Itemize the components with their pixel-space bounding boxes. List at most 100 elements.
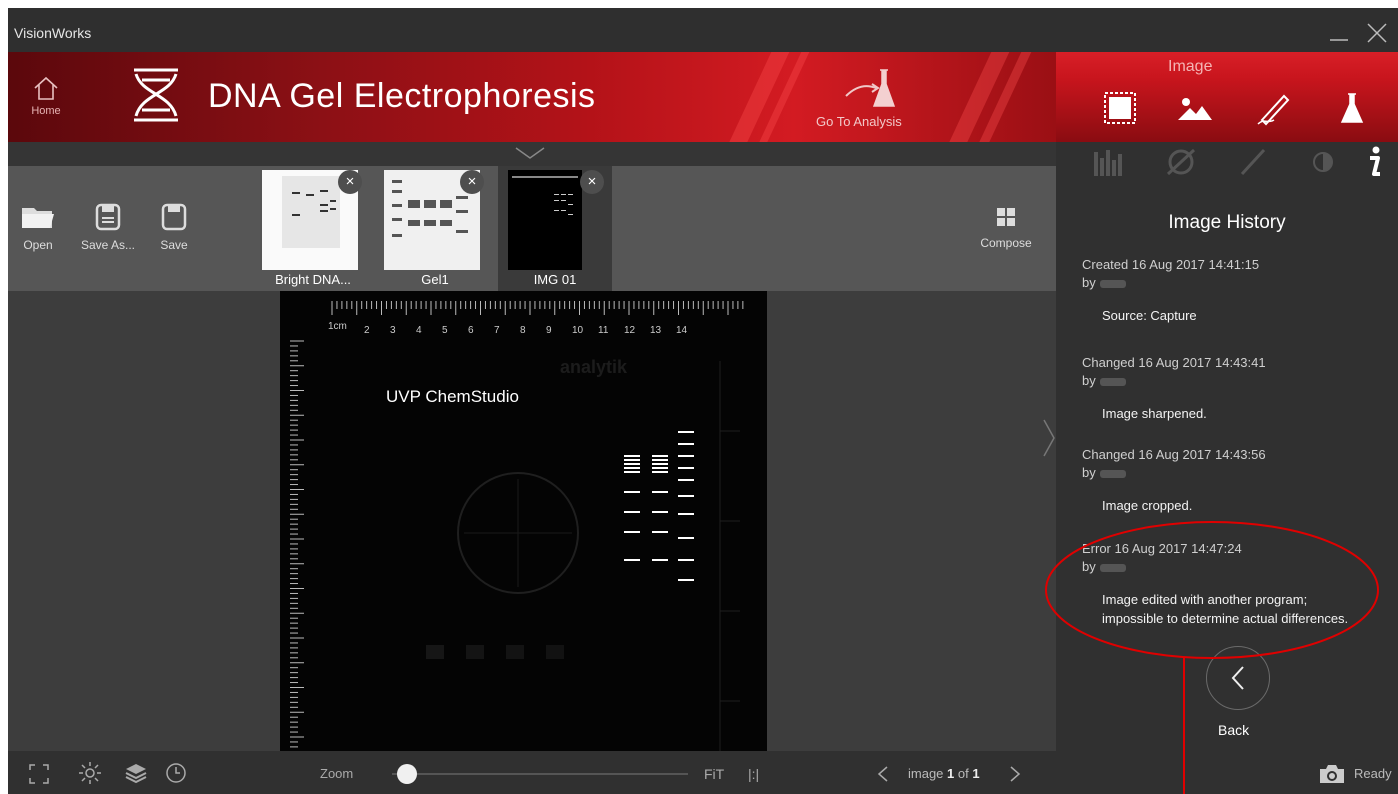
close-icon[interactable] (1362, 18, 1392, 48)
save-as-button[interactable]: Save As... (78, 202, 138, 252)
ruler-number: 3 (390, 325, 396, 336)
thumbnail-label: Gel1 (421, 272, 449, 287)
ruler-number: 8 (520, 325, 526, 336)
history-by: by (1082, 465, 1096, 480)
gel-band (624, 463, 640, 465)
clock-icon[interactable] (164, 761, 188, 785)
right-scale (719, 361, 740, 751)
history-by: by (1082, 373, 1096, 388)
gel-band (652, 531, 668, 533)
next-image-icon[interactable] (1008, 765, 1022, 783)
contrast-icon[interactable] (1306, 146, 1340, 178)
gel-band (678, 537, 694, 539)
go-to-analysis-label: Go To Analysis (816, 114, 902, 129)
image-of: of (957, 766, 969, 781)
expand-panel-icon[interactable] (1042, 418, 1056, 458)
flask-icon[interactable] (1332, 88, 1372, 128)
prev-image-icon[interactable] (876, 765, 890, 783)
home-icon (34, 76, 58, 100)
save-as-icon (95, 203, 121, 231)
thumbnail-close-button[interactable]: × (338, 170, 362, 194)
chevron-left-icon (1231, 666, 1244, 690)
histogram-icon[interactable] (1092, 146, 1126, 178)
thumbnail-img01-selected[interactable]: × IMG 01 (498, 166, 612, 291)
gel-watermark: analytik (560, 357, 628, 377)
image-total: 1 (972, 766, 980, 781)
history-event: Changed 16 Aug 2017 14:43:56 (1082, 447, 1266, 462)
go-to-analysis-button[interactable]: Go To Analysis (808, 52, 938, 142)
history-entry: Created 16 Aug 2017 14:41:15 by Source: … (1082, 256, 1259, 325)
gel-band (624, 459, 640, 461)
gel-band (652, 491, 668, 493)
ruler-number: 11 (598, 325, 609, 336)
thumbnail-close-button[interactable]: × (460, 170, 484, 194)
gel-band (678, 443, 694, 445)
gel-band (652, 459, 668, 461)
history-by: by (1082, 559, 1096, 574)
info-icon[interactable] (1362, 144, 1386, 180)
gel-band (652, 511, 668, 513)
save-label: Save (160, 238, 188, 252)
pencil-icon[interactable] (1236, 146, 1270, 178)
home-button[interactable]: Home (18, 74, 74, 117)
compose-label: Compose (980, 236, 1032, 250)
history-entry: Changed 16 Aug 2017 14:43:56 by Image cr… (1082, 446, 1266, 515)
redacted-user (1099, 563, 1126, 572)
gel-band (624, 467, 640, 469)
zoom-slider[interactable] (392, 764, 688, 784)
redacted-user (1099, 279, 1126, 288)
save-button[interactable]: Save (154, 202, 194, 252)
thumbnail-close-button[interactable]: × (580, 170, 604, 194)
layers-icon[interactable] (124, 761, 148, 785)
gel-band (624, 471, 640, 473)
gel-image[interactable]: 1cm 2 3 4 5 6 7 8 9 10 11 12 13 14 analytik UVP ChemS… (280, 291, 767, 751)
gel-band (678, 513, 694, 515)
crop-frame-icon[interactable] (1100, 88, 1140, 128)
gel-label: UVP ChemStudio (386, 387, 519, 406)
image-counter: image 1 of 1 (908, 766, 980, 781)
flask-arrow-icon (845, 69, 896, 107)
ruler-number: 10 (572, 325, 584, 336)
gel-band (624, 531, 640, 533)
back-button[interactable] (1206, 646, 1270, 710)
app-window: VisionWorks Home DNA Gel Electrophoresis… (8, 8, 1398, 794)
ruler-number: 6 (468, 325, 474, 336)
gel-band (678, 495, 694, 497)
app-header: Home DNA Gel Electrophoresis Go To Analy… (8, 52, 1398, 142)
fit-button[interactable]: FiT (704, 766, 724, 782)
ruler-number: 5 (442, 325, 448, 336)
dna-icon (134, 68, 178, 122)
annotate-pen-icon[interactable] (1254, 88, 1294, 128)
gel-band (652, 471, 668, 473)
image-prefix: image (908, 766, 944, 781)
zoom-slider-thumb[interactable] (396, 764, 417, 784)
image-current: 1 (947, 766, 955, 781)
open-label: Open (23, 238, 53, 252)
thumbnail-gel1[interactable]: × Gel1 (378, 166, 492, 291)
one-to-one-button[interactable]: |:| (748, 766, 759, 782)
compose-button[interactable]: Compose (976, 206, 1036, 250)
gel-band (652, 455, 668, 457)
brightness-icon[interactable] (78, 761, 102, 785)
history-message-line1: Image edited with another program; (1102, 592, 1308, 607)
history-event: Error 16 Aug 2017 14:47:24 (1082, 541, 1242, 556)
fullscreen-icon[interactable] (28, 763, 50, 785)
history-message: Image cropped. (1102, 498, 1193, 513)
history-message-line2: impossible to determine actual differenc… (1102, 611, 1349, 626)
landscape-image-icon[interactable] (1174, 88, 1214, 128)
grid-icon (997, 208, 1015, 226)
history-entry: Changed 16 Aug 2017 14:43:41 by Image sh… (1082, 354, 1266, 423)
camera-icon[interactable] (1318, 763, 1346, 785)
ruler-number: 2 (364, 325, 370, 336)
open-button[interactable]: Open (16, 202, 60, 252)
gel-band (678, 467, 694, 469)
minimize-icon[interactable] (1324, 18, 1354, 48)
thumbnail-bright-dna[interactable]: × Bright DNA... (256, 166, 370, 291)
ruler-number: 13 (650, 325, 662, 336)
gel-band (678, 431, 694, 433)
history-message: Source: Capture (1102, 308, 1197, 323)
sharpen-icon[interactable] (1164, 146, 1198, 178)
chevron-down-icon[interactable] (512, 144, 548, 162)
gel-band (678, 479, 694, 481)
history-title: Image History (1168, 212, 1286, 233)
